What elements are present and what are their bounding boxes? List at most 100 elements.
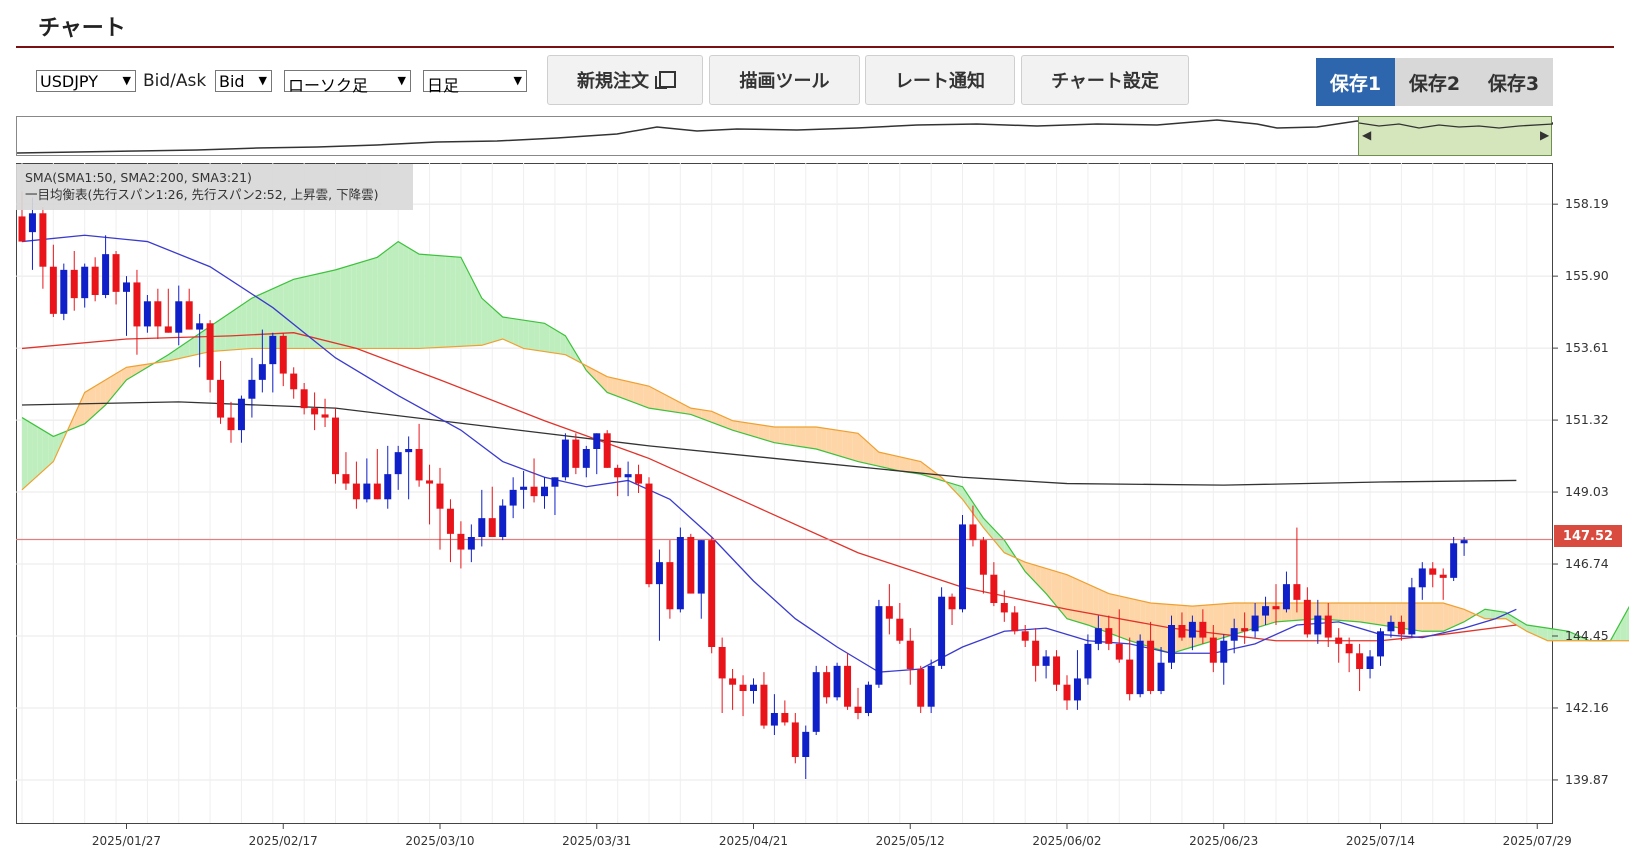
ichimoku-cloud-down bbox=[612, 377, 618, 397]
chart-settings-button[interactable]: チャート設定 bbox=[1021, 55, 1189, 105]
candle-body bbox=[1157, 662, 1165, 691]
candle-body bbox=[833, 665, 841, 698]
ichimoku-cloud-down bbox=[774, 427, 780, 444]
bidask-select[interactable]: Bid ▼ bbox=[215, 70, 272, 92]
save-slot-3-button[interactable]: 保存3 bbox=[1474, 58, 1553, 106]
title-divider bbox=[16, 46, 1614, 48]
y-axis-tick-label: 144.45 bbox=[1565, 628, 1609, 643]
ichimoku-cloud-down bbox=[607, 376, 613, 395]
x-axis-tick-label: 2025/05/12 bbox=[876, 834, 945, 848]
candle-body bbox=[467, 537, 475, 550]
candle-body bbox=[478, 518, 486, 537]
period-select[interactable]: 日足 ▼ bbox=[423, 70, 527, 95]
ichimoku-cloud-down bbox=[1349, 603, 1355, 622]
candle-body bbox=[896, 618, 904, 641]
price-chart[interactable]: 158.19 155.90 153.61 151.32 149.03 146.74 144.… bbox=[16, 163, 1629, 855]
ichimoku-cloud-down bbox=[1067, 574, 1073, 621]
ichimoku-cloud-down bbox=[1208, 604, 1214, 643]
candle-body bbox=[258, 364, 266, 380]
ichimoku-cloud-up bbox=[392, 241, 399, 349]
ichimoku-cloud-up bbox=[325, 271, 331, 349]
candle-body bbox=[49, 266, 57, 314]
x-axis-tick-label: 2025/03/10 bbox=[405, 834, 474, 848]
chart-type-select[interactable]: ローソク足 ▼ bbox=[284, 70, 411, 95]
candle-body bbox=[927, 665, 935, 707]
candle-body bbox=[760, 684, 768, 726]
indicator-legend: SMA(SMA1:50, SMA2:200, SMA3:21) 一目均衡表(先行… bbox=[16, 164, 413, 210]
ichimoku-cloud-down bbox=[1244, 603, 1250, 632]
ichimoku-cloud-up bbox=[366, 258, 373, 349]
ichimoku-cloud-down bbox=[622, 380, 629, 401]
candle-body bbox=[1209, 637, 1217, 663]
page-title: チャート bbox=[38, 16, 126, 41]
ichimoku-cloud-down bbox=[905, 458, 911, 473]
candle-body bbox=[394, 452, 402, 475]
ichimoku-cloud-down bbox=[1354, 603, 1360, 622]
symbol-select[interactable]: USDJPY ▼ bbox=[36, 70, 136, 92]
chart-type-select-value: ローソク足 bbox=[288, 76, 369, 95]
candle-body bbox=[1136, 640, 1144, 695]
candle-body bbox=[81, 266, 89, 299]
candle-body bbox=[164, 326, 172, 333]
draw-tool-button[interactable]: 描画ツール bbox=[709, 55, 860, 105]
ichimoku-cloud-up bbox=[487, 302, 493, 344]
ichimoku-cloud-down bbox=[1417, 603, 1423, 632]
candle-body bbox=[1397, 621, 1405, 635]
ichimoku-cloud-up bbox=[351, 263, 357, 349]
ichimoku-cloud-down bbox=[784, 427, 791, 446]
ichimoku-cloud-up bbox=[507, 317, 514, 344]
ichimoku-cloud-down bbox=[1291, 603, 1297, 621]
candle-body bbox=[1115, 643, 1123, 660]
draw-tool-label: 描画ツール bbox=[739, 71, 830, 92]
rate-alert-button[interactable]: レート通知 bbox=[865, 55, 1015, 105]
candle-body bbox=[18, 216, 26, 242]
new-order-button[interactable]: 新規注文 bbox=[547, 55, 703, 105]
ichimoku-cloud-down bbox=[1296, 603, 1303, 621]
ichimoku-cloud-up bbox=[518, 319, 524, 349]
ichimoku-cloud-down bbox=[1333, 603, 1339, 621]
candle-body bbox=[1345, 643, 1353, 654]
candle-body bbox=[1220, 640, 1228, 663]
ichimoku-cloud-up bbox=[1615, 621, 1621, 641]
candle-body bbox=[457, 533, 465, 550]
symbol-select-value: USDJPY bbox=[40, 72, 98, 91]
candle-body bbox=[1063, 684, 1071, 701]
ichimoku-cloud-down bbox=[1103, 591, 1109, 633]
ichimoku-cloud-up bbox=[257, 293, 263, 349]
period-select-value: 日足 bbox=[427, 76, 460, 95]
ichimoku-cloud-down bbox=[1343, 603, 1350, 622]
navigator-left-arrow-icon[interactable]: ◀ bbox=[1362, 128, 1371, 142]
ichimoku-cloud-up bbox=[434, 255, 440, 348]
ichimoku-cloud-up bbox=[1490, 610, 1496, 619]
external-window-icon bbox=[655, 71, 676, 89]
ichimoku-cloud-up bbox=[471, 277, 477, 346]
candle-body bbox=[582, 449, 590, 468]
candle-body bbox=[718, 647, 726, 679]
candle-body bbox=[60, 269, 68, 314]
ichimoku-cloud-up bbox=[288, 279, 294, 349]
candle-body bbox=[279, 335, 287, 374]
navigator-right-arrow-icon[interactable]: ▶ bbox=[1540, 128, 1549, 142]
navigator-range-handle[interactable] bbox=[1358, 116, 1554, 156]
candle-body bbox=[363, 483, 371, 500]
ichimoku-cloud-down bbox=[810, 427, 817, 449]
candle-body bbox=[593, 433, 601, 449]
x-axis-tick-label: 2025/02/17 bbox=[249, 834, 318, 848]
ichimoku-cloud-down bbox=[628, 381, 634, 403]
candle-body bbox=[687, 537, 695, 594]
candle-body bbox=[1042, 656, 1050, 666]
y-axis-tick-label: 153.61 bbox=[1565, 340, 1609, 355]
ichimoku-cloud-down bbox=[894, 455, 900, 471]
save-slot-2-button[interactable]: 保存2 bbox=[1395, 58, 1474, 106]
candle-body bbox=[1168, 625, 1175, 663]
ichimoku-cloud-up bbox=[481, 298, 488, 346]
candle-body bbox=[1262, 606, 1270, 616]
save-slot-1-button[interactable]: 保存1 bbox=[1316, 58, 1395, 106]
ichimoku-cloud-down bbox=[1114, 594, 1120, 637]
candle-body bbox=[530, 486, 538, 497]
new-order-label: 新規注文 bbox=[577, 71, 649, 92]
chart-navigator[interactable] bbox=[16, 116, 1554, 156]
y-axis-tick-label: 158.19 bbox=[1565, 196, 1609, 211]
ichimoku-cloud-up bbox=[319, 272, 326, 349]
ichimoku-cloud-down bbox=[1082, 581, 1088, 625]
